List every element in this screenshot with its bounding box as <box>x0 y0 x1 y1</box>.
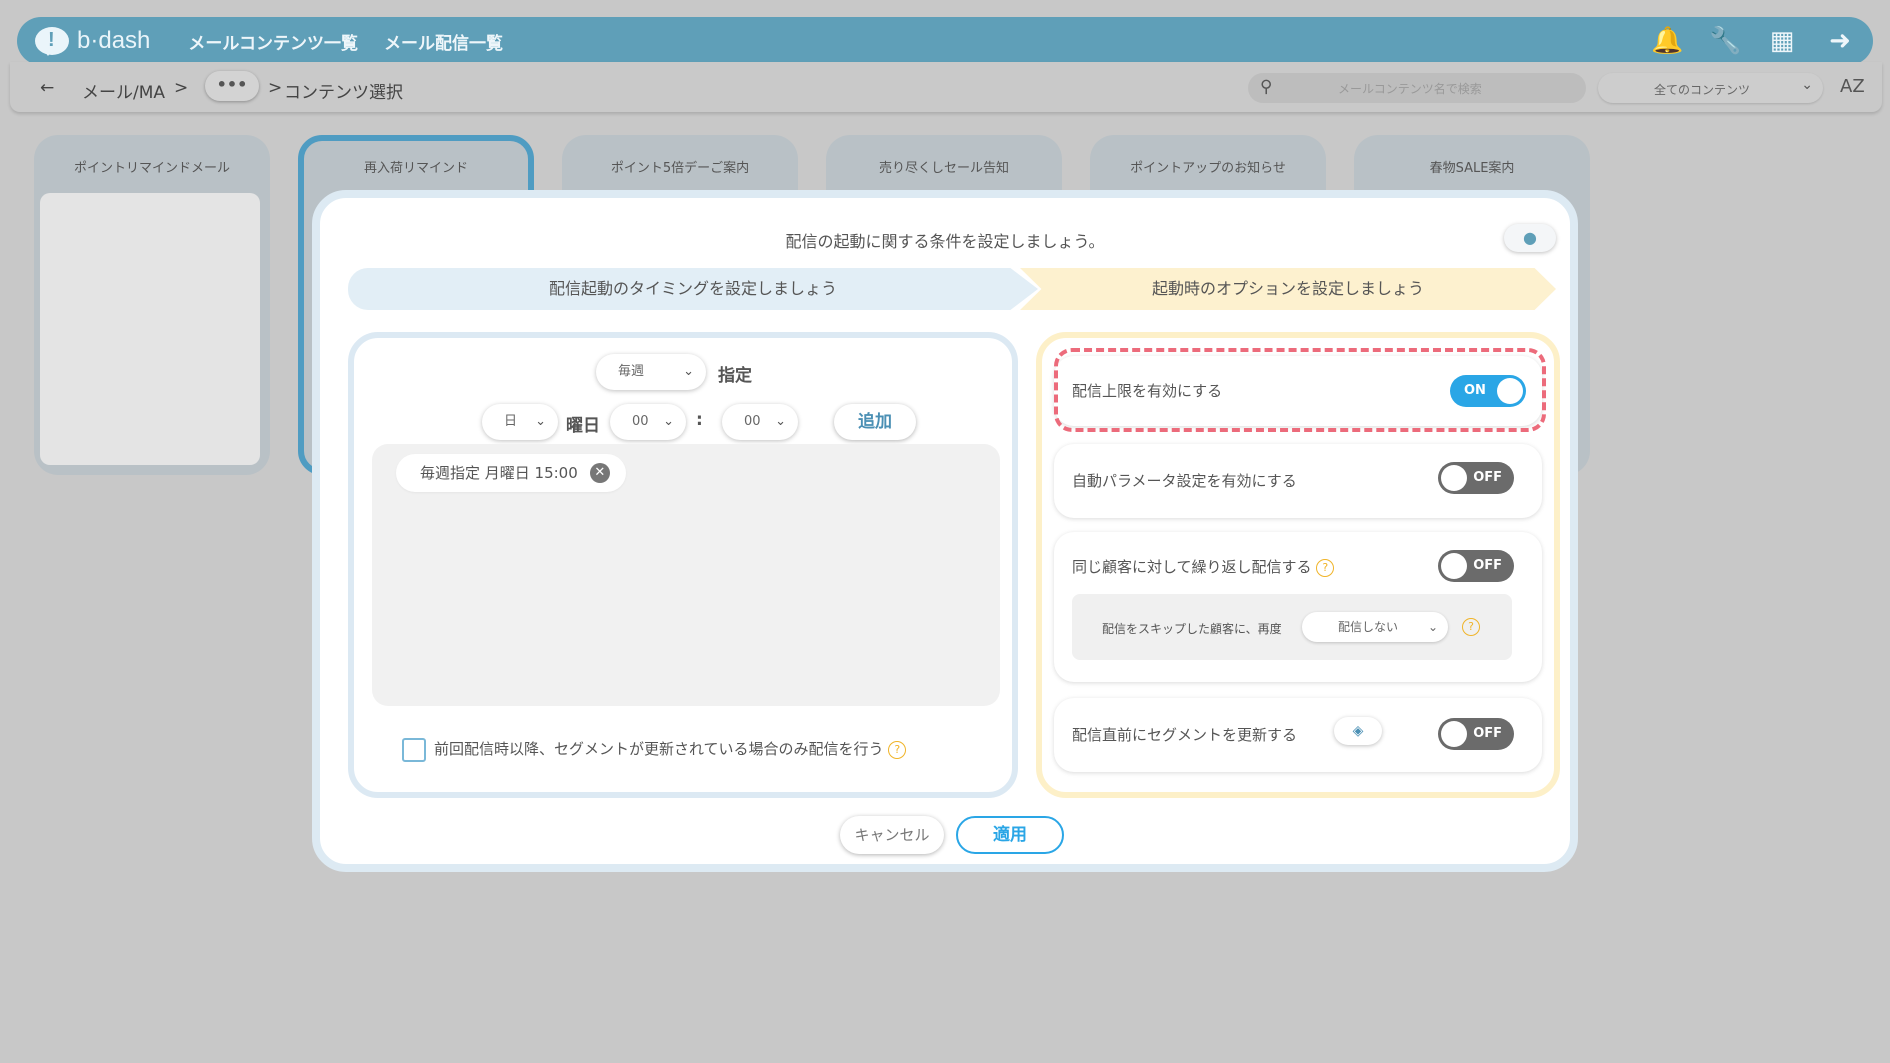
option-label: 同じ顧客に対して繰り返し配信する ? <box>1072 556 1335 577</box>
back-arrow-icon[interactable]: ← <box>40 78 54 98</box>
option-label: 自動パラメータ設定を有効にする <box>1072 472 1297 490</box>
breadcrumb-more-button[interactable]: ••• <box>205 71 259 101</box>
breadcrumb-content-select: コンテンツ選択 <box>284 83 403 103</box>
toggle-state: OFF <box>1473 470 1502 485</box>
option-label-text: 同じ顧客に対して繰り返し配信する <box>1072 558 1312 576</box>
breadcrumb-separator-2: > <box>268 78 283 98</box>
sort-az-icon[interactable]: AZ <box>1840 76 1865 97</box>
step-timing: 配信起動のタイミングを設定しましょう <box>348 268 1038 310</box>
segment-updated-checkbox[interactable] <box>402 738 426 762</box>
logo-bubble-icon: ! <box>35 27 69 56</box>
minute-value: 00 <box>744 414 761 429</box>
chevron-down-icon: ⌄ <box>775 414 786 429</box>
nav-mail-contents[interactable]: メールコンテンツ一覧 <box>188 29 358 54</box>
delivery-condition-modal: 配信の起動に関する条件を設定しましょう。 ● 配信起動のタイミングを設定しましょ… <box>312 190 1578 872</box>
card-title: 春物SALE案内 <box>1429 161 1515 176</box>
toggle-state: OFF <box>1473 726 1502 741</box>
help-icon[interactable]: ? <box>888 740 907 759</box>
hour-value: 00 <box>632 414 649 429</box>
top-navigation-bar: ! b·dash メールコンテンツ一覧 メール配信一覧 🔔 🔧 ▦ ➜ <box>17 17 1873 65</box>
logout-icon[interactable]: ➜ <box>1825 28 1855 54</box>
day-value: 日 <box>504 414 518 429</box>
frequency-select[interactable]: 毎週 ⌄ <box>596 354 706 390</box>
repeat-delivery-toggle[interactable]: OFF <box>1438 550 1514 582</box>
bdash-logo[interactable]: ! b·dash <box>35 27 151 56</box>
card-title: 売り尽くしセール告知 <box>878 161 1009 176</box>
chevron-down-icon: ⌄ <box>1801 77 1813 93</box>
frequency-suffix: 指定 <box>718 366 752 386</box>
schedule-list: 毎週指定 月曜日 15:00 ✕ <box>372 444 1000 706</box>
chevron-down-icon: ⌄ <box>683 364 694 379</box>
remove-schedule-icon[interactable]: ✕ <box>589 463 610 483</box>
card-title: ポイントアップのお知らせ <box>1130 161 1286 176</box>
search-input[interactable]: ⚲ メールコンテンツ名で検索 <box>1248 73 1586 103</box>
option-segment-refresh: 配信直前にセグメントを更新する ◈ OFF <box>1054 698 1542 772</box>
help-icon[interactable]: ? <box>1316 558 1335 577</box>
time-colon: : <box>696 410 703 430</box>
checkbox-label-text: 前回配信時以降、セグメントが更新されている場合のみ配信を行う <box>434 740 884 758</box>
breadcrumb-separator: > <box>174 78 189 98</box>
breadcrumb-bar: ← メール/MA > ••• > コンテンツ選択 ⚲ メールコンテンツ名で検索 … <box>10 62 1882 112</box>
beginner-mark-icon[interactable]: ◈ <box>1334 717 1382 745</box>
breadcrumb-mail-ma[interactable]: メール/MA <box>82 78 165 103</box>
frequency-value: 毎週 <box>618 364 645 379</box>
chevron-down-icon: ⌄ <box>663 414 674 429</box>
card-title: ポイントリマインドメール <box>73 161 230 176</box>
day-select[interactable]: 日 ⌄ <box>482 404 558 440</box>
hour-select[interactable]: 00 ⌄ <box>610 404 686 440</box>
toggle-knob <box>1441 553 1467 579</box>
toggle-knob <box>1441 721 1467 747</box>
card-title: 再入荷リマインド <box>363 161 468 176</box>
apply-button[interactable]: 適用 <box>956 816 1064 854</box>
schedule-tag: 毎週指定 月曜日 15:00 ✕ <box>396 454 626 492</box>
auto-parameter-toggle[interactable]: OFF <box>1438 462 1514 494</box>
skip-redelivery-select[interactable]: 配信しない ⌄ <box>1302 612 1448 642</box>
search-placeholder: メールコンテンツ名で検索 <box>1338 82 1482 96</box>
nav-mail-delivery[interactable]: メール配信一覧 <box>384 29 503 54</box>
chevron-down-icon: ⌄ <box>1427 620 1438 634</box>
minute-select[interactable]: 00 ⌄ <box>722 404 798 440</box>
skip-value: 配信しない <box>1338 620 1399 634</box>
cancel-button[interactable]: キャンセル <box>840 816 944 854</box>
option-repeat-delivery: 同じ顧客に対して繰り返し配信する ? OFF 配信をスキップした顧客に、再度 配… <box>1054 532 1542 682</box>
timing-panel: 毎週 ⌄ 指定 日 ⌄ 曜日 00 ⌄ : 00 ⌄ 追加 毎週指定 月曜日 1… <box>348 332 1018 798</box>
toggle-knob <box>1441 465 1467 491</box>
skip-label: 配信をスキップした顧客に、再度 <box>1102 622 1282 636</box>
modal-title: 配信の起動に関する条件を設定しましょう。 <box>785 232 1105 251</box>
content-thumbnail <box>40 193 260 465</box>
option-label: 配信直前にセグメントを更新する <box>1072 726 1298 744</box>
add-schedule-button[interactable]: 追加 <box>834 404 916 440</box>
logo-text: b·dash <box>77 27 151 54</box>
grid-icon[interactable]: ▦ <box>1767 28 1797 54</box>
help-icon[interactable]: ? <box>1462 618 1480 636</box>
schedule-tag-label: 毎週指定 月曜日 15:00 <box>420 464 578 482</box>
segment-updated-label: 前回配信時以降、セグメントが更新されている場合のみ配信を行う ? <box>434 738 907 759</box>
options-panel: 配信上限を有効にする ON 自動パラメータ設定を有効にする OFF 同じ顧客に対… <box>1036 332 1560 798</box>
highlight-dashed-frame <box>1054 348 1546 432</box>
day-label: 曜日 <box>566 416 600 436</box>
option-auto-parameter: 自動パラメータ設定を有効にする OFF <box>1054 444 1542 518</box>
segment-refresh-toggle[interactable]: OFF <box>1438 718 1514 750</box>
wrench-icon[interactable]: 🔧 <box>1709 28 1741 54</box>
bell-icon[interactable]: 🔔 <box>1651 28 1683 54</box>
content-filter-select[interactable]: 全てのコンテンツ ⌄ <box>1598 73 1823 103</box>
filter-value: 全てのコンテンツ <box>1654 83 1751 97</box>
card-title: ポイント5倍デーご案内 <box>610 161 750 176</box>
skip-setting-box: 配信をスキップした顧客に、再度 配信しない ⌄ ? <box>1072 594 1512 660</box>
chevron-down-icon: ⌄ <box>535 414 546 429</box>
step-options: 起動時のオプションを設定しましょう <box>1020 268 1556 310</box>
help-chat-icon[interactable]: ● <box>1504 224 1556 252</box>
toggle-state: OFF <box>1473 558 1502 573</box>
search-icon: ⚲ <box>1260 77 1273 97</box>
